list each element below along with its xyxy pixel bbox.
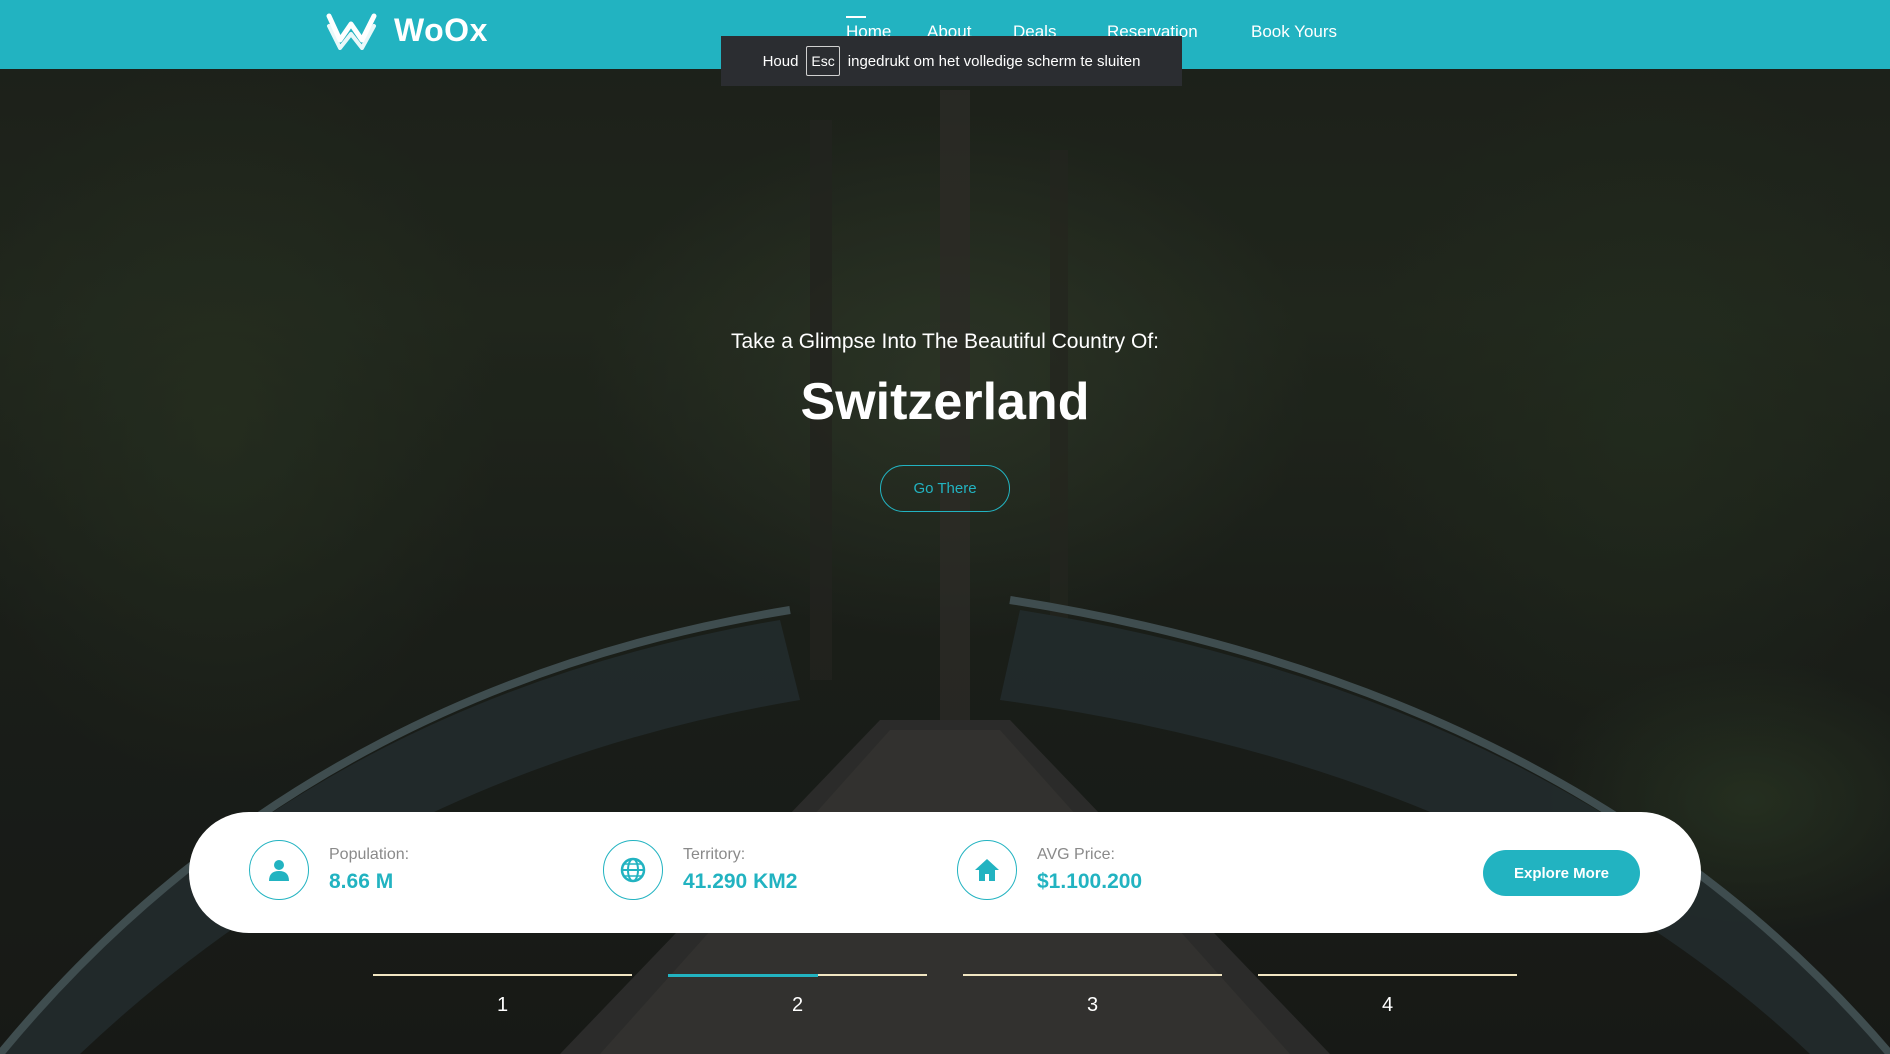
brand-name: WoOx [394, 11, 488, 48]
globe-icon [603, 840, 663, 900]
stat-territory: Territory: 41.290 KM2 [603, 840, 797, 900]
hero-subtitle: Take a Glimpse Into The Beautiful Countr… [731, 330, 1159, 353]
go-there-button[interactable]: Go There [880, 465, 1010, 512]
slider-indicators: 1 2 3 4 [0, 974, 1890, 1034]
explore-more-button[interactable]: Explore More [1483, 850, 1640, 896]
slide-indicator[interactable]: 3 [963, 974, 1222, 1017]
stat-label: AVG Price: [1037, 846, 1115, 863]
home-icon [957, 840, 1017, 900]
slide-progress-line [963, 974, 1222, 976]
logo-icon [326, 13, 377, 50]
user-icon [249, 840, 309, 900]
esc-key-label: Esc [806, 46, 840, 76]
slide-number: 3 [1086, 994, 1099, 1016]
stat-value: 8.66 M [329, 870, 394, 893]
fullscreen-notice: Houd Esc ingedrukt om het volledige sche… [721, 36, 1182, 86]
slide-progress-line [1258, 974, 1517, 976]
slide-indicator[interactable]: 1 [373, 974, 632, 1017]
nav-book-yours[interactable]: Book Yours [1251, 22, 1337, 42]
slide-number: 4 [1381, 994, 1394, 1016]
slide-number: 2 [791, 994, 804, 1016]
slide-number: 1 [496, 994, 509, 1016]
slide-progress-line [668, 974, 927, 977]
stat-value: $1.100.200 [1037, 870, 1143, 893]
stat-label: Population: [329, 846, 410, 863]
stat-label: Territory: [683, 846, 746, 863]
slide-indicator[interactable]: 4 [1258, 974, 1517, 1017]
fullscreen-notice-after: ingedrukt om het volledige scherm te slu… [847, 52, 1141, 70]
stat-avg-price: AVG Price: $1.100.200 [957, 840, 1142, 900]
stat-population: Population: 8.66 M [249, 840, 409, 900]
stat-value: 41.290 KM2 [683, 870, 798, 893]
country-info-card: Population: 8.66 M Territory: 41.290 KM2 [189, 812, 1701, 933]
hero-title: Switzerland [800, 373, 1090, 431]
fullscreen-notice-before: Houd [762, 52, 799, 70]
slide-indicator-active[interactable]: 2 [668, 974, 927, 1017]
slide-progress-line [373, 974, 632, 976]
slide-progress-fill [668, 974, 819, 977]
logo[interactable]: WoOx [326, 10, 488, 50]
